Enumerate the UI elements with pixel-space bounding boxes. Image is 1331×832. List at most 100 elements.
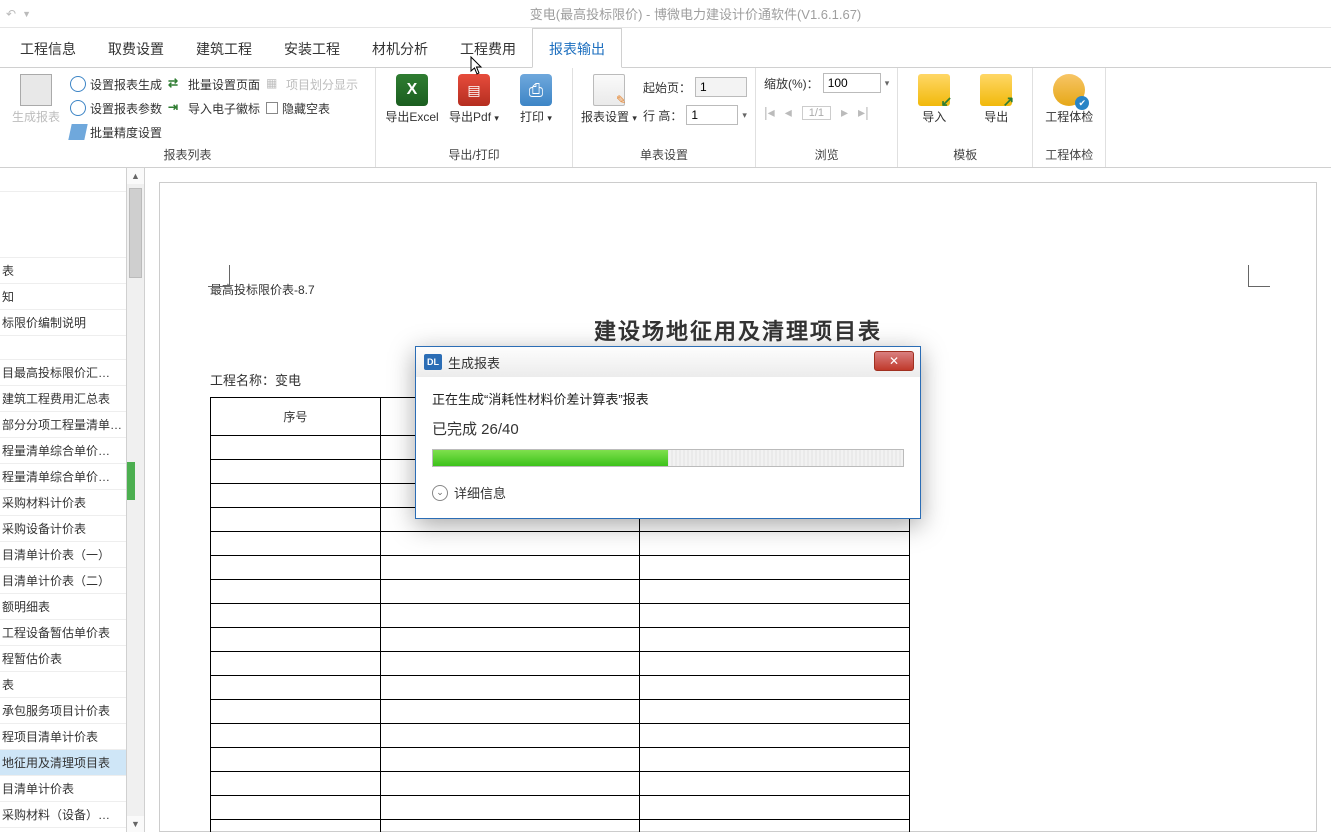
sidebar-item[interactable]: 目清单计价表（二） [0, 568, 126, 594]
arrow-icon: ⇄ [168, 76, 184, 92]
set-report-param-button[interactable]: 设置报表参数 [70, 98, 162, 118]
sidebar-item[interactable]: 地征用及清理项目表 [0, 750, 126, 776]
chevron-down-icon[interactable]: ▾ [885, 78, 890, 89]
set-report-gen-button[interactable]: 设置报表生成 [70, 74, 162, 94]
sidebar-item[interactable]: 承包服务项目计价表 [0, 698, 126, 724]
window-title: 变电(最高投标限价) - 博微电力建设计价通软件(V1.6.1.67) [60, 4, 1331, 23]
sidebar-item[interactable]: 程量清单综合单价… [0, 438, 126, 464]
tab-material[interactable]: 材机分析 [356, 29, 444, 67]
chevron-down-icon: ⌄ [432, 485, 448, 501]
template-import-button[interactable]: 导入 [906, 72, 962, 124]
export-pdf-button[interactable]: 导出Pdf ▾ [446, 72, 502, 125]
sidebar-item[interactable]: 表 [0, 672, 126, 698]
tab-fee-settings[interactable]: 取费设置 [92, 29, 180, 67]
chevron-down-icon[interactable]: ▾ [742, 110, 747, 121]
sidebar-item[interactable]: 建筑工程费用汇总表 [0, 386, 126, 412]
undo-icon[interactable]: ↶ [6, 7, 16, 21]
sidebar-item[interactable]: 程量清单综合单价… [0, 464, 126, 490]
tab-install[interactable]: 安装工程 [268, 29, 356, 67]
hide-empty-checkbox[interactable]: 隐藏空表 [266, 98, 358, 118]
app-logo-icon: DL [424, 354, 442, 370]
sidebar-active-marker [127, 462, 135, 500]
report-icon [20, 74, 52, 106]
generate-report-dialog: DL 生成报表 ✕ 正在生成“消耗性材料价差计算表”报表 已完成 26/40 ⌄… [415, 346, 921, 519]
next-page-button[interactable]: ▸ [841, 104, 848, 121]
worker-check-icon [1053, 74, 1085, 106]
table-row [211, 556, 910, 580]
grid-icon: ▦ [266, 76, 282, 92]
chevron-down-icon: ▾ [632, 113, 637, 123]
tab-project-fee[interactable]: 工程费用 [444, 29, 532, 67]
dialog-details-toggle[interactable]: ⌄ 详细信息 [432, 483, 904, 502]
sidebar-item[interactable]: 部分分项工程量清单… [0, 412, 126, 438]
folder-export-icon [980, 74, 1012, 106]
project-check-button[interactable]: 工程体检 [1041, 72, 1097, 124]
batch-page-button[interactable]: ⇄批量设置页面 [168, 74, 260, 94]
sidebar-scrollbar[interactable]: ▲ ▼ [127, 168, 145, 832]
page-nav: |◂ ◂ 1/1 ▸ ▸| [764, 100, 869, 121]
import-logo-button[interactable]: ⇥导入电子徽标 [168, 98, 260, 118]
sidebar-item[interactable]: 采购材料（设备）… [0, 802, 126, 828]
dialog-titlebar[interactable]: DL 生成报表 ✕ [416, 347, 920, 377]
sidebar-item[interactable]: 采购设备计价表 [0, 516, 126, 542]
prev-page-button[interactable]: ◂ [785, 104, 792, 121]
scroll-down-icon[interactable]: ▼ [127, 816, 144, 832]
group-title-browse: 浏览 [764, 144, 889, 167]
zoom-input[interactable] [823, 73, 881, 93]
table-row [211, 772, 910, 796]
report-list-sidebar[interactable]: 表知标限价编制说明目最高投标限价汇…建筑工程费用汇总表部分分项工程量清单…程量清… [0, 168, 127, 832]
scroll-thumb[interactable] [129, 188, 142, 278]
tab-project-info[interactable]: 工程信息 [4, 29, 92, 67]
generate-report-button[interactable]: 生成报表 [8, 72, 64, 124]
batch-precision-button[interactable]: 批量精度设置 [70, 122, 162, 142]
group-title-check: 工程体检 [1041, 144, 1097, 167]
main-tabs: 工程信息 取费设置 建筑工程 安装工程 材机分析 工程费用 报表输出 [0, 28, 1331, 68]
group-title-single: 单表设置 [581, 144, 747, 167]
first-page-button[interactable]: |◂ [764, 104, 775, 121]
dialog-progress-text: 已完成 26/40 [432, 418, 904, 439]
scroll-up-icon[interactable]: ▲ [127, 168, 144, 184]
report-settings-button[interactable]: 报表设置 ▾ [581, 72, 637, 125]
sidebar-item[interactable]: 采购材料计价表 [0, 490, 126, 516]
sidebar-item[interactable]: 标限价编制说明 [0, 310, 126, 336]
sidebar-item[interactable]: 目清单计价表（一） [0, 542, 126, 568]
sidebar-item[interactable]: 目最高投标限价汇… [0, 360, 126, 386]
table-row [211, 796, 910, 820]
table-row [211, 748, 910, 772]
close-icon: ✕ [889, 354, 899, 368]
table-header-seq: 序号 [211, 398, 381, 436]
print-button[interactable]: 打印 ▾ [508, 72, 564, 125]
sidebar-item[interactable]: 程项目清单计价表 [0, 724, 126, 750]
project-split-button[interactable]: ▦项目划分显示 [266, 74, 358, 94]
ribbon: 生成报表 设置报表生成 设置报表参数 批量精度设置 ⇄批量设置页面 ⇥导入电子徽… [0, 68, 1331, 168]
table-row [211, 676, 910, 700]
progress-bar-fill [433, 450, 668, 466]
excel-icon [396, 74, 428, 106]
sidebar-item[interactable]: 表 [0, 258, 126, 284]
sidebar-item[interactable]: 程暂估价表 [0, 646, 126, 672]
tab-building[interactable]: 建筑工程 [180, 29, 268, 67]
sidebar-item[interactable]: 额明细表 [0, 594, 126, 620]
arrow-icon: ⇥ [168, 100, 184, 116]
dialog-title: 生成报表 [448, 353, 500, 372]
group-title-report-list: 报表列表 [8, 144, 367, 167]
tab-report-output[interactable]: 报表输出 [532, 28, 622, 68]
page-tag: 最高投标限价表-8.7 [210, 281, 1266, 298]
sidebar-item[interactable]: 工程设备暂估单价表 [0, 620, 126, 646]
export-excel-button[interactable]: 导出Excel [384, 72, 440, 124]
dialog-close-button[interactable]: ✕ [874, 351, 914, 371]
chevron-down-icon: ▾ [547, 113, 552, 123]
template-export-button[interactable]: 导出 [968, 72, 1024, 124]
table-row [211, 652, 910, 676]
dropdown-icon[interactable]: ▼ [22, 9, 31, 19]
gear-icon [70, 100, 86, 116]
start-page-input[interactable] [695, 77, 747, 97]
row-height-input[interactable] [686, 105, 738, 125]
sidebar-item[interactable]: 知 [0, 284, 126, 310]
progress-bar [432, 449, 904, 467]
table-row [211, 628, 910, 652]
last-page-button[interactable]: ▸| [858, 104, 869, 121]
row-height-field: 行 高： ▾ [643, 104, 747, 126]
sidebar-item[interactable]: 目清单计价表 [0, 776, 126, 802]
generate-report-label: 生成报表 [12, 110, 60, 124]
